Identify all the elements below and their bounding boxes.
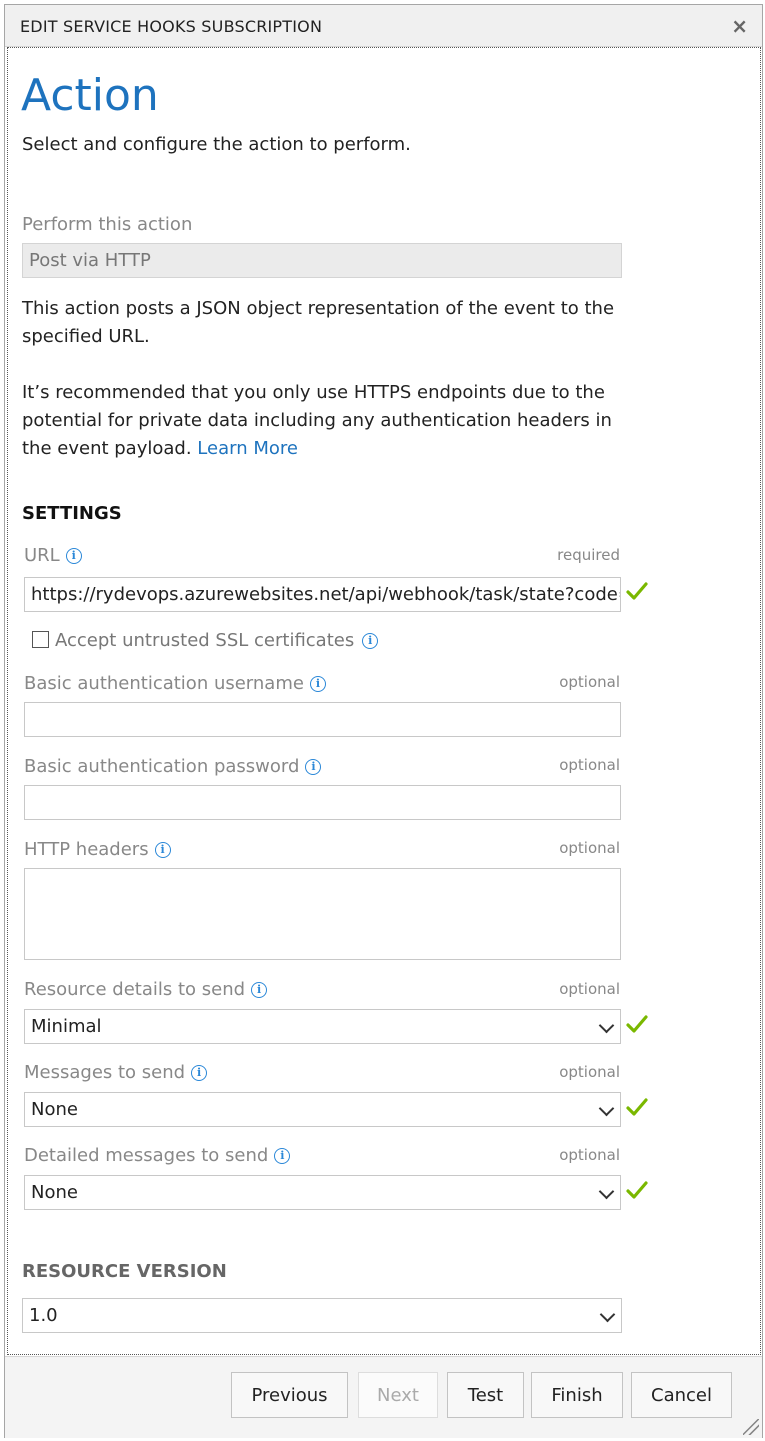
cancel-button[interactable]: Cancel: [631, 1372, 732, 1418]
resource-details-select[interactable]: Minimal: [24, 1009, 621, 1044]
resource-details-label: Resource details to send i: [24, 979, 268, 1000]
http-headers-text: HTTP headers: [24, 839, 149, 860]
ssl-label-text: Accept untrusted SSL certificates: [55, 630, 355, 651]
optional-tag: optional: [559, 756, 620, 774]
finish-button[interactable]: Finish: [531, 1372, 623, 1418]
url-input[interactable]: https://rydevops.azurewebsites.net/api/w…: [24, 577, 621, 612]
dialog-footer: Previous Next Test Finish Cancel: [5, 1356, 762, 1438]
basic-auth-username-input[interactable]: [24, 702, 621, 737]
valid-check-icon: [626, 1098, 648, 1116]
basic-auth-password-input[interactable]: [24, 785, 621, 820]
detailed-messages-label: Detailed messages to send i: [24, 1145, 291, 1166]
settings-heading: SETTINGS: [22, 503, 122, 524]
close-icon[interactable]: ×: [731, 14, 748, 38]
optional-tag: optional: [559, 839, 620, 857]
http-headers-textarea[interactable]: [24, 868, 621, 960]
detailed-messages-text: Detailed messages to send: [24, 1145, 269, 1166]
resource-version-select[interactable]: 1.0: [22, 1298, 622, 1333]
info-icon[interactable]: i: [309, 675, 326, 692]
dialog-titlebar: EDIT SERVICE HOOKS SUBSCRIPTION ×: [5, 5, 762, 47]
optional-tag: optional: [559, 1146, 620, 1164]
basic-auth-password-label: Basic authentication password i: [24, 756, 322, 777]
chevron-down-icon: [599, 1306, 616, 1323]
optional-tag: optional: [559, 980, 620, 998]
dialog-title: EDIT SERVICE HOOKS SUBSCRIPTION: [20, 17, 323, 36]
learn-more-link[interactable]: Learn More: [197, 438, 298, 459]
messages-value: None: [31, 1099, 78, 1120]
info-icon[interactable]: i: [274, 1147, 291, 1164]
info-icon[interactable]: i: [65, 547, 82, 564]
url-label-text: URL: [24, 545, 60, 566]
chevron-down-icon: [598, 1017, 615, 1034]
resource-version-value: 1.0: [29, 1305, 58, 1326]
resource-details-value: Minimal: [31, 1016, 102, 1037]
resize-grip-icon[interactable]: [743, 1419, 759, 1435]
optional-tag: optional: [559, 1063, 620, 1081]
detailed-messages-select[interactable]: None: [24, 1175, 621, 1210]
info-icon[interactable]: i: [362, 632, 379, 649]
basic-auth-password-text: Basic authentication password: [24, 756, 300, 777]
action-select: Post via HTTP: [22, 243, 622, 278]
action-description: This action posts a JSON object represen…: [22, 298, 615, 347]
accept-untrusted-ssl-label: Accept untrusted SSL certificates i: [55, 630, 379, 651]
info-icon[interactable]: i: [154, 841, 171, 858]
http-headers-label: HTTP headers i: [24, 839, 171, 860]
info-icon[interactable]: i: [251, 981, 268, 998]
valid-check-icon: [626, 1181, 648, 1199]
page-title: Action: [21, 70, 159, 121]
page-subtitle: Select and configure the action to perfo…: [22, 134, 411, 155]
valid-check-icon: [626, 1015, 648, 1033]
accept-untrusted-ssl-checkbox[interactable]: [32, 631, 49, 648]
dialog-content: Action Select and configure the action t…: [7, 47, 761, 1355]
detailed-messages-value: None: [31, 1182, 78, 1203]
basic-auth-username-text: Basic authentication username: [24, 673, 304, 694]
resource-version-heading: RESOURCE VERSION: [22, 1261, 227, 1282]
valid-check-icon: [626, 582, 648, 600]
messages-label: Messages to send i: [24, 1062, 208, 1083]
url-required-tag: required: [557, 546, 620, 564]
recommendation-text: It’s recommended that you only use HTTPS…: [22, 382, 612, 459]
edit-subscription-dialog: EDIT SERVICE HOOKS SUBSCRIPTION × Action…: [4, 4, 763, 1438]
chevron-down-icon: [598, 1183, 615, 1200]
url-label: URL i: [24, 545, 82, 566]
info-icon[interactable]: i: [305, 758, 322, 775]
chevron-down-icon: [598, 1100, 615, 1117]
messages-text: Messages to send: [24, 1062, 186, 1083]
info-icon[interactable]: i: [191, 1064, 208, 1081]
messages-select[interactable]: None: [24, 1092, 621, 1127]
basic-auth-username-label: Basic authentication username i: [24, 673, 326, 694]
https-recommendation: It’s recommended that you only use HTTPS…: [22, 379, 632, 463]
test-button[interactable]: Test: [447, 1372, 524, 1418]
next-button[interactable]: Next: [358, 1372, 438, 1418]
previous-button[interactable]: Previous: [231, 1372, 348, 1418]
action-label: Perform this action: [22, 214, 193, 235]
optional-tag: optional: [559, 673, 620, 691]
resource-details-text: Resource details to send: [24, 979, 246, 1000]
